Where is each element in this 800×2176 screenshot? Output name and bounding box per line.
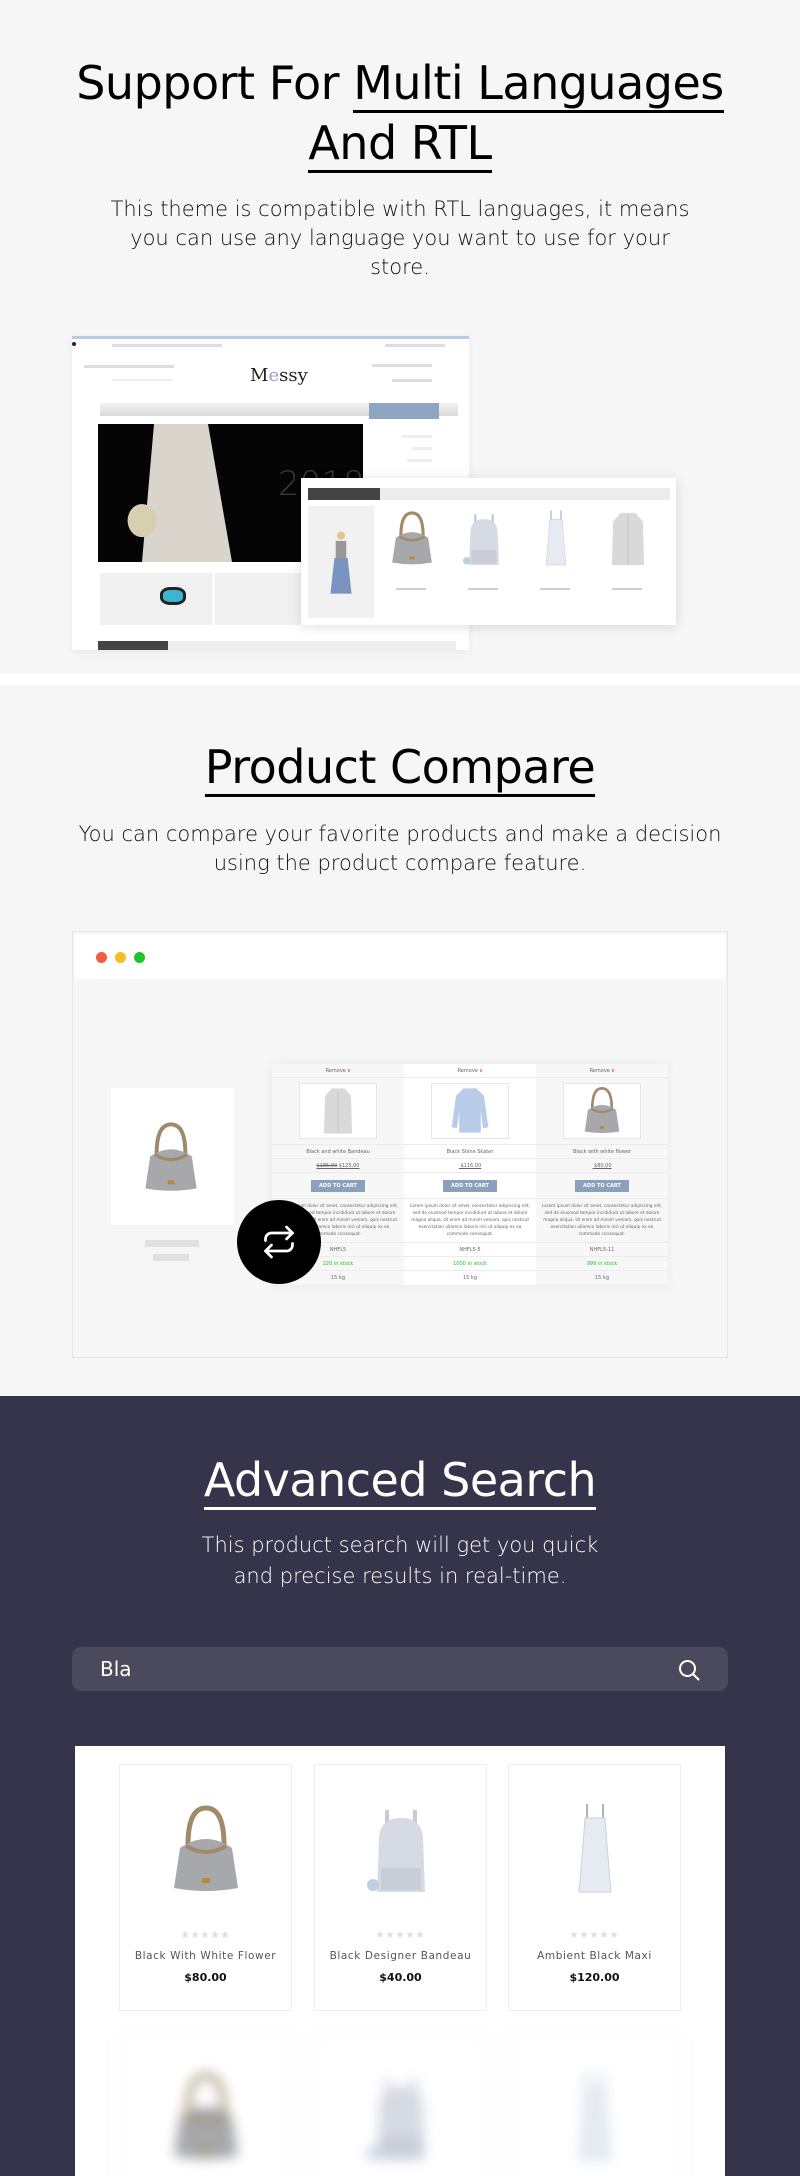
rating-stars: ★★★★★ — [569, 1930, 620, 1941]
result-card[interactable]: ★★★★★ Black With White Flower $80.00 — [119, 1764, 292, 2011]
result-image — [545, 2053, 645, 2176]
product-name-placeholder — [145, 1240, 199, 1247]
compare-product-price: $116.00 — [404, 1159, 536, 1173]
remove-link[interactable]: Remove x — [590, 1068, 615, 1074]
topbar-links — [112, 344, 222, 347]
add-to-cart-button[interactable]: ADD TO CART — [311, 1179, 365, 1192]
rtl-title: Support For Multi Languages — [0, 54, 800, 113]
compare-product-name[interactable]: Black and white Bandeau — [272, 1145, 404, 1159]
result-card[interactable] — [119, 2032, 292, 2176]
compare-product-name[interactable]: Black with white flower — [536, 1145, 668, 1159]
remove-link[interactable]: Remove x — [458, 1068, 483, 1074]
compare-description: You can compare your favorite products a… — [78, 822, 722, 875]
compare-product-sku: NHFL5-5 — [404, 1243, 536, 1257]
result-card[interactable]: ★★★★★ Ambient Black Maxi $120.00 — [508, 1764, 681, 2011]
section-tabs — [98, 641, 456, 650]
compare-product-stock: 1000 in stock — [404, 1257, 536, 1271]
compare-product-price: $80.00 — [536, 1159, 668, 1173]
header-offer — [84, 365, 174, 368]
compare-product-image[interactable] — [299, 1083, 377, 1139]
search-description-line2: and precise results in real-time. — [233, 1564, 567, 1588]
compare-product-image[interactable] — [431, 1083, 509, 1139]
search-description-line1: This product search will get you quick — [201, 1533, 599, 1557]
compare-column: Remove x Black with white flower $80.00 … — [536, 1064, 668, 1285]
rating-stars: ★★★★★ — [180, 1930, 231, 1941]
result-image — [351, 1785, 451, 1915]
result-image — [545, 1785, 645, 1915]
add-to-cart-button[interactable]: ADD TO CART — [575, 1179, 629, 1192]
result-card[interactable] — [508, 2032, 681, 2176]
compare-product-description: Lorem ipsum dolor sit amet, consectetur … — [404, 1199, 536, 1243]
result-name[interactable]: Black With White Flower — [120, 1950, 291, 1962]
rating-stars: ★★★★★ — [375, 1930, 426, 1941]
compare-product-price: $185.00 $125.00 — [272, 1159, 404, 1173]
minimize-dot-icon[interactable] — [115, 952, 126, 963]
rtl-title-line2: And RTL — [0, 114, 800, 173]
result-card[interactable] — [314, 2032, 487, 2176]
promo-banner[interactable] — [100, 573, 212, 625]
categories-button[interactable] — [369, 403, 439, 419]
product-price-placeholder — [153, 1254, 189, 1261]
search-bar[interactable] — [72, 1647, 728, 1691]
rtl-title-plain: Support For — [76, 56, 354, 110]
result-image — [351, 2053, 451, 2176]
add-to-cart-button[interactable]: ADD TO CART — [443, 1179, 497, 1192]
rtl-title-underlined: Multi Languages — [353, 56, 724, 113]
compare-product-image[interactable] — [563, 1083, 641, 1139]
compare-product-name[interactable]: Black Shine Skater — [404, 1145, 536, 1159]
compare-product-stock: 999 in stock — [536, 1257, 668, 1271]
compare-product-description: Lorem ipsum dolor sit amet, consectetur … — [536, 1199, 668, 1243]
rtl-section: Support For Multi Languages And RTL This… — [0, 0, 800, 674]
compare-table: Remove x Black and white Bandeau $185.00… — [272, 1064, 668, 1285]
header-info — [372, 364, 432, 367]
result-name[interactable]: Ambient Black Maxi — [509, 1950, 680, 1962]
result-image — [156, 1785, 256, 1915]
header-info-2 — [392, 379, 432, 382]
result-image — [156, 2053, 256, 2176]
top-dot-icon — [72, 342, 76, 346]
result-price: $80.00 — [184, 1971, 227, 1984]
social-icons — [385, 344, 445, 347]
rtl-description: This theme is compatible with RTL langua… — [110, 197, 690, 279]
remove-link[interactable]: Remove x — [326, 1068, 351, 1074]
compare-product-weight: 15 kg — [594, 1275, 610, 1281]
compare-button[interactable] — [237, 1200, 321, 1284]
result-price: $40.00 — [379, 1971, 422, 1984]
result-price: $120.00 — [569, 1971, 620, 1984]
compare-product-weight: 15 kg — [462, 1275, 478, 1281]
store-logo: Messy — [250, 365, 308, 386]
search-title: Advanced Search — [0, 1451, 800, 1510]
repeat-arrows-icon — [264, 1225, 294, 1259]
product-thumb[interactable] — [381, 508, 443, 570]
product-thumb[interactable] — [525, 508, 587, 570]
result-name[interactable]: Black Designer Bandeau — [315, 1950, 486, 1962]
search-input[interactable] — [100, 1647, 660, 1691]
compare-column: Remove x Black Shine Skater $116.00 ADD … — [404, 1064, 536, 1285]
result-card[interactable]: ★★★★★ Black Designer Bandeau $40.00 — [314, 1764, 487, 2011]
browser-titlebar — [75, 934, 725, 979]
header-search[interactable] — [112, 379, 172, 381]
rtl-products-overlay — [301, 478, 676, 625]
close-dot-icon[interactable] — [96, 952, 107, 963]
product-thumb[interactable] — [597, 508, 659, 570]
search-icon[interactable] — [677, 1658, 701, 1682]
search-results: ★★★★★ Black With White Flower $80.00 ★★★… — [75, 1746, 725, 2176]
compare-title: Product Compare — [0, 738, 800, 797]
product-card[interactable] — [111, 1088, 234, 1225]
rtl-title-underlined-2: And RTL — [308, 116, 492, 173]
product-thumb[interactable] — [453, 508, 515, 570]
compare-product-sku: NHFL5-11 — [536, 1243, 668, 1257]
maximize-dot-icon[interactable] — [134, 952, 145, 963]
